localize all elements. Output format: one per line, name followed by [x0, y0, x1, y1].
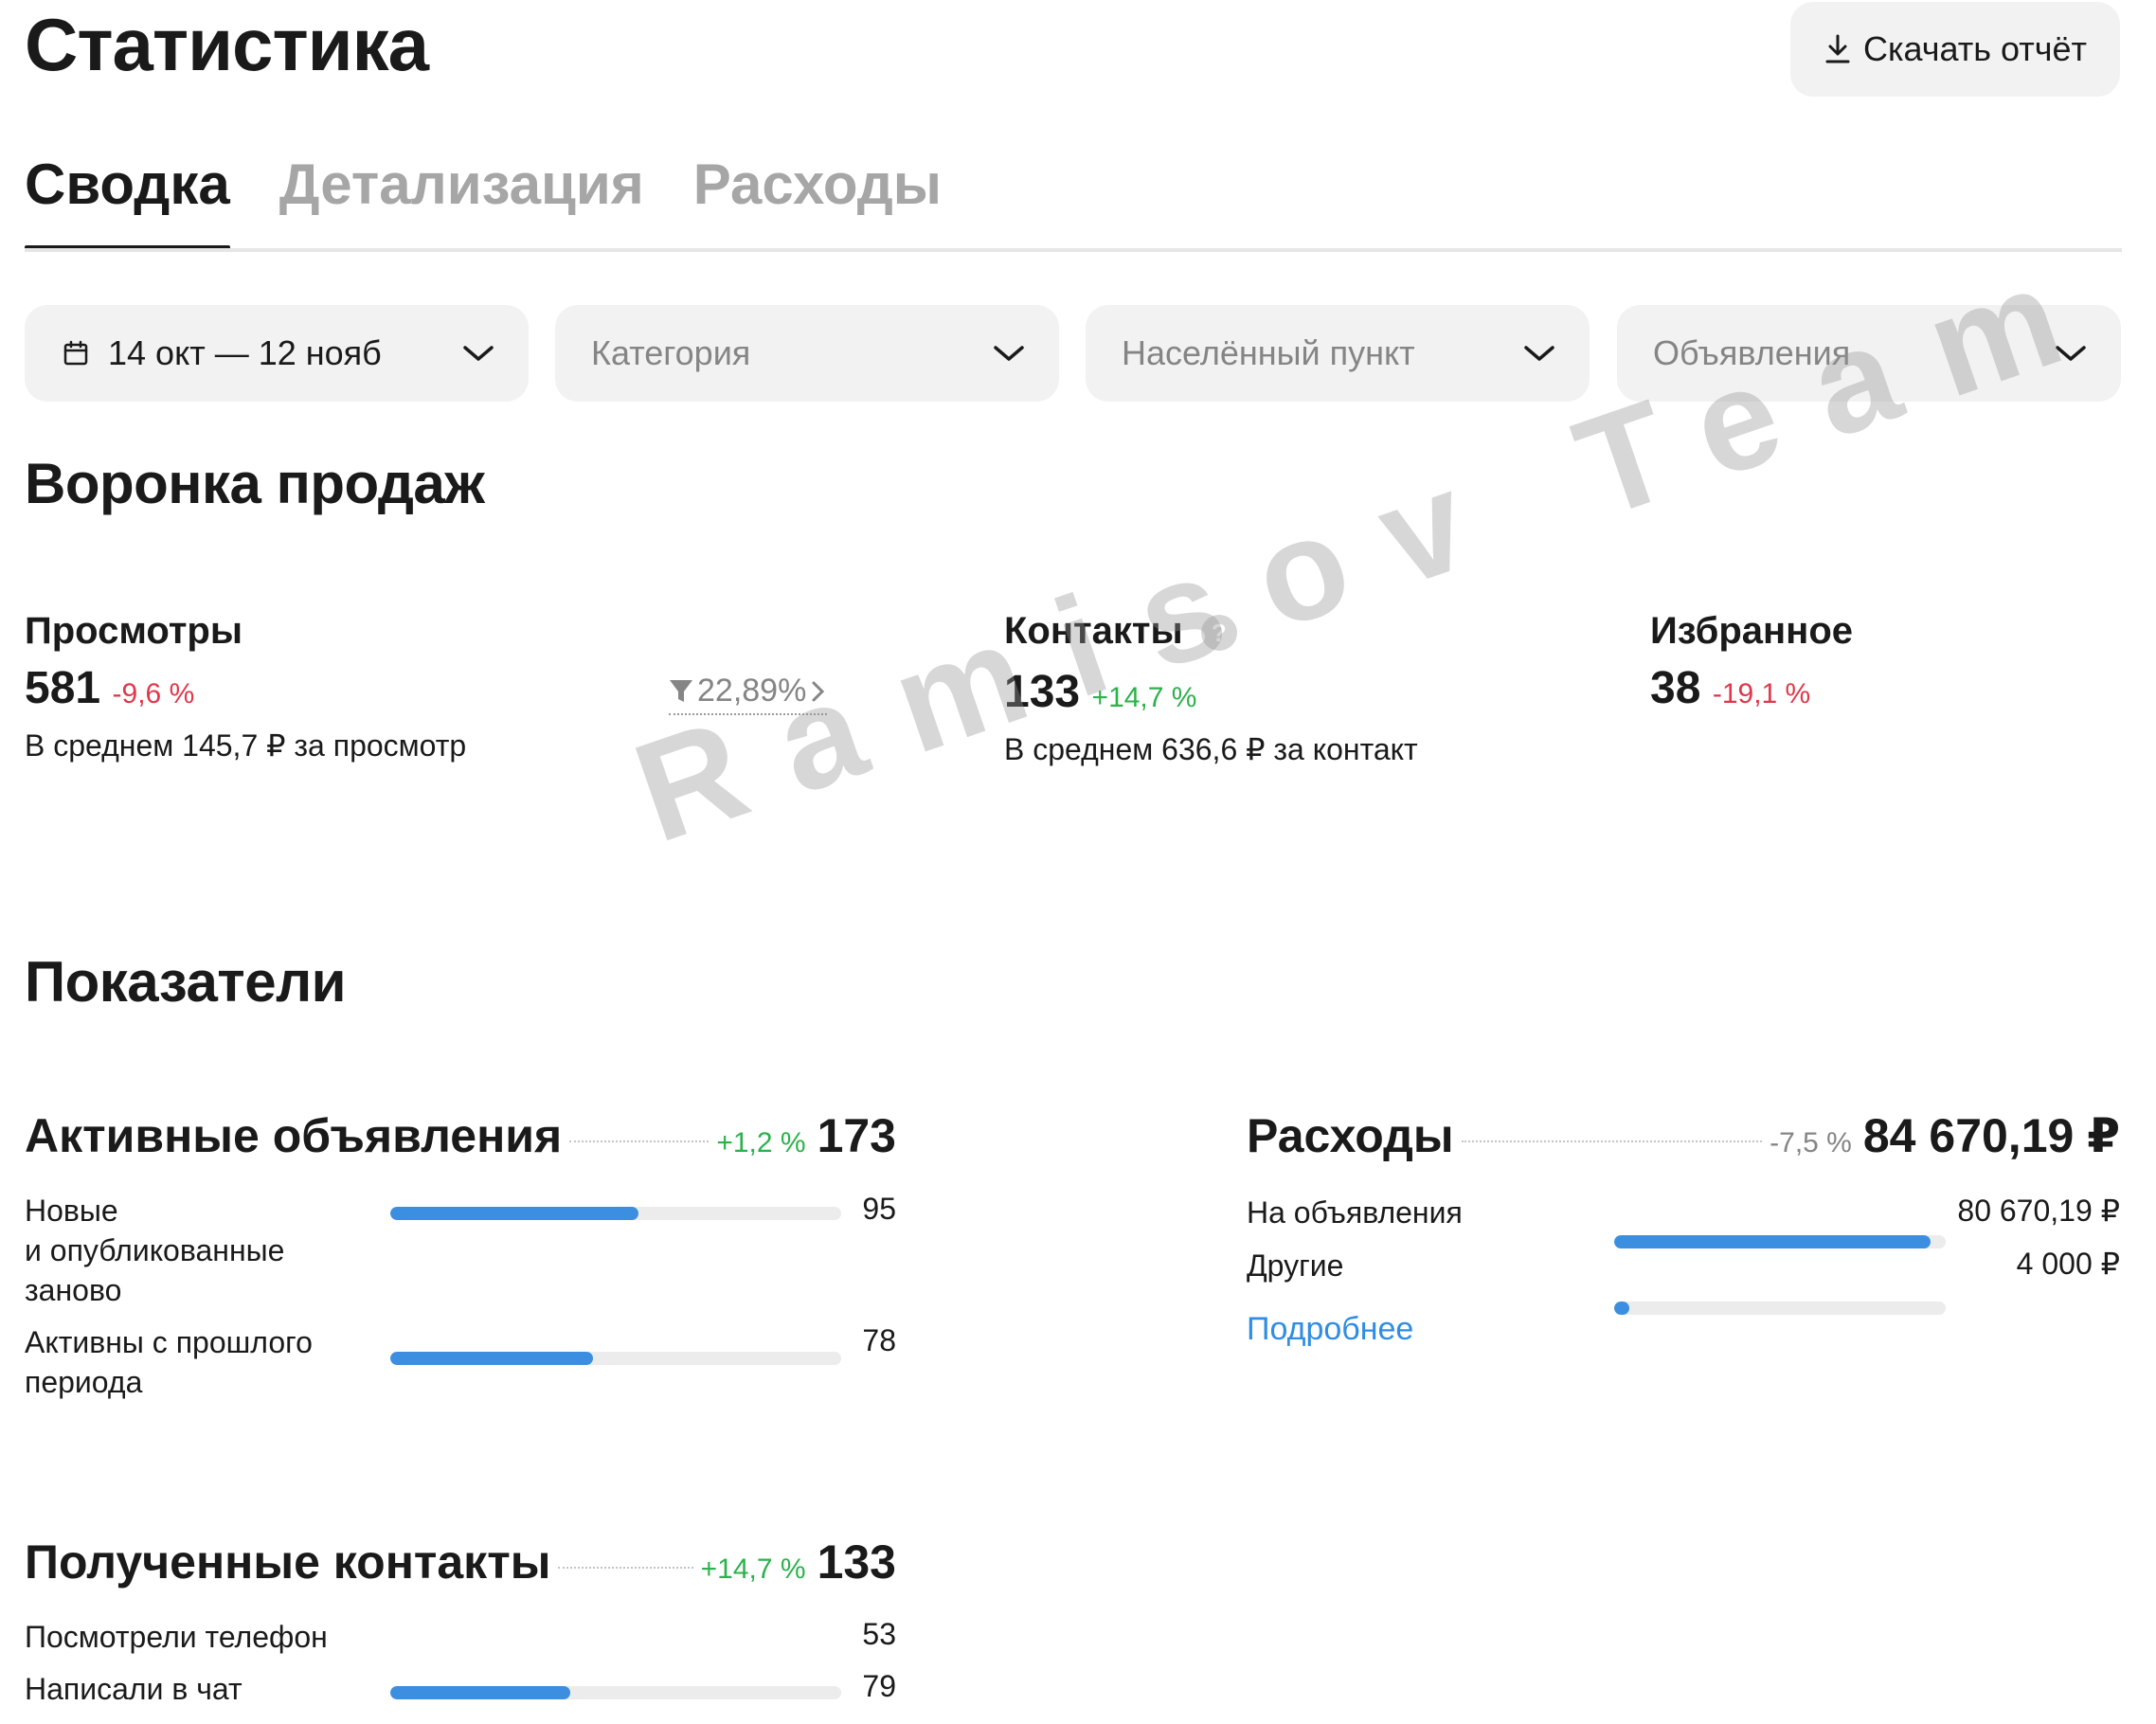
- bar-fill: [1614, 1235, 1931, 1248]
- active-ads-delta: +1,2 %: [716, 1127, 806, 1158]
- contacts-title: Контакты: [1004, 610, 1183, 652]
- leader-dots: [1461, 1140, 1763, 1142]
- contacts-average: В среднем 636,6 ₽ за контакт: [1004, 732, 1418, 766]
- bar-fill: [1614, 1302, 1630, 1315]
- bar-fill: [390, 1207, 638, 1220]
- label-line: Активны с прошлого: [25, 1325, 313, 1359]
- favorites-value: 38: [1650, 663, 1701, 713]
- active-ads-prev-value: 78: [862, 1323, 896, 1357]
- chevron-down-icon: [2056, 346, 2086, 361]
- chevron-down-icon: [463, 346, 494, 361]
- tabs: Сводка Детализация Расходы: [25, 152, 942, 251]
- funnel-heading: Воронка продаж: [25, 452, 485, 515]
- leader-dots: [558, 1567, 693, 1569]
- active-ads-value: 173: [817, 1109, 896, 1162]
- tab-expenses[interactable]: Расходы: [693, 152, 942, 245]
- expenses-ads-value: 80 670,19 ₽: [1957, 1194, 2120, 1228]
- active-ads-title: Активные объявления: [25, 1109, 563, 1162]
- active-ads-new-bar: [390, 1207, 841, 1220]
- contacts-received-delta: +14,7 %: [700, 1553, 806, 1585]
- ads-select[interactable]: Объявления: [1617, 305, 2121, 402]
- help-icon[interactable]: ?: [1200, 615, 1237, 652]
- tabs-divider: [25, 248, 2122, 252]
- city-placeholder: Населённый пункт: [1122, 333, 1415, 372]
- label-line: заново: [25, 1273, 122, 1307]
- expenses-ads-bar: [1614, 1235, 1946, 1248]
- contacts-chat-label: Написали в чат: [25, 1672, 243, 1706]
- favorites-metric: Избранное 38 -19,1 %: [1650, 610, 1853, 714]
- date-range-value: 14 окт — 12 нояб: [108, 333, 382, 372]
- label-line: Новые: [25, 1194, 118, 1228]
- favorites-delta: -19,1 %: [1712, 678, 1811, 709]
- expenses-other-bar: [1614, 1302, 1946, 1315]
- views-value: 581: [25, 663, 101, 713]
- views-title: Просмотры: [25, 610, 243, 652]
- expenses-value: 84 670,19 ₽: [1862, 1109, 2120, 1162]
- label-line: периода: [25, 1365, 143, 1399]
- tab-details[interactable]: Детализация: [279, 152, 644, 245]
- contacts-delta: +14,7 %: [1091, 682, 1197, 713]
- category-select[interactable]: Категория: [555, 305, 1059, 402]
- city-select[interactable]: Населённый пункт: [1086, 305, 1590, 402]
- bar-fill: [390, 1686, 571, 1699]
- filter-funnel-icon: [670, 679, 692, 702]
- chevron-down-icon: [994, 346, 1024, 361]
- expenses-ads-label: На объявления: [1247, 1195, 1463, 1230]
- contacts-received-header: Полученные контакты +14,7 % 133: [25, 1535, 896, 1589]
- views-delta: -9,6 %: [112, 678, 195, 709]
- expenses-other-value: 4 000 ₽: [2016, 1247, 2120, 1281]
- expenses-header: Расходы -7,5 % 84 670,19 ₽: [1247, 1108, 2120, 1163]
- active-ads-header: Активные объявления +1,2 % 173: [25, 1108, 896, 1163]
- active-ads-new-value: 95: [862, 1192, 896, 1226]
- contacts-value: 133: [1004, 667, 1081, 717]
- tab-summary[interactable]: Сводка: [25, 152, 230, 251]
- active-ads-prev-bar: [390, 1352, 841, 1365]
- expenses-other-label: Другие: [1247, 1248, 1344, 1283]
- download-report-label: Скачать отчёт: [1863, 29, 2087, 68]
- active-ads-row-new-label: Новые и опубликованные заново: [25, 1191, 284, 1310]
- chevron-right-icon: [812, 681, 825, 701]
- category-placeholder: Категория: [591, 333, 751, 372]
- chevron-down-icon: [1524, 346, 1554, 361]
- conversion-rate-value: 22,89%: [697, 673, 807, 709]
- conversion-rate-link[interactable]: 22,89%: [669, 673, 828, 715]
- views-average: В среднем 145,7 ₽ за просмотр: [25, 728, 467, 763]
- contacts-metric: Контакты ? 133 +14,7 % В среднем 636,6 ₽…: [1004, 610, 1418, 767]
- expenses-delta: -7,5 %: [1770, 1127, 1852, 1158]
- contacts-phone-bar: [390, 1686, 841, 1699]
- indicators-heading: Показатели: [25, 950, 347, 1014]
- contacts-phone-label: Посмотрели телефон: [25, 1620, 328, 1654]
- download-report-button[interactable]: Скачать отчёт: [1790, 2, 2120, 97]
- contacts-phone-value: 53: [862, 1617, 896, 1651]
- page-title: Статистика: [25, 3, 429, 86]
- calendar-icon: [63, 340, 88, 366]
- expenses-more-link[interactable]: Подробнее: [1247, 1311, 1413, 1348]
- expenses-title: Расходы: [1247, 1109, 1454, 1162]
- contacts-received-title: Полученные контакты: [25, 1535, 551, 1589]
- date-range-select[interactable]: 14 окт — 12 нояб: [25, 305, 529, 402]
- leader-dots: [569, 1140, 710, 1142]
- ads-placeholder: Объявления: [1653, 333, 1851, 372]
- favorites-title: Избранное: [1650, 610, 1854, 652]
- contacts-chat-value: 79: [862, 1669, 896, 1703]
- active-ads-row-prev-label: Активны с прошлого периода: [25, 1322, 313, 1402]
- bar-fill: [390, 1352, 594, 1365]
- views-metric: Просмотры 581 -9,6 % В среднем 145,7 ₽ з…: [25, 610, 466, 763]
- contacts-received-value: 133: [817, 1535, 896, 1589]
- download-icon: [1825, 34, 1850, 63]
- label-line: и опубликованные: [25, 1233, 285, 1267]
